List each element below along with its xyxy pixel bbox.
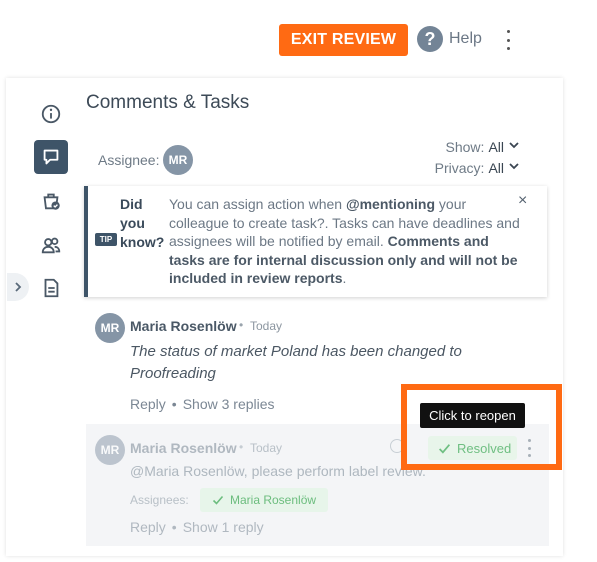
assignee-chip: Maria Rosenlöw [200,488,328,512]
separator-dot: • [239,318,244,332]
show-replies-link[interactable]: Show 1 reply [183,519,264,535]
check-icon [439,443,451,454]
tip-text: You can assign action when @mentioning y… [169,196,520,287]
comment-text: @Maria Rosenlöw, please perform label re… [130,463,426,479]
comment-author: Maria Rosenlöw [130,318,237,334]
close-icon[interactable]: × [518,192,527,210]
comment-actions: Reply • Show 1 reply [130,519,264,535]
tip-badge: TIP [95,233,117,246]
show-filter-value: All [488,139,504,155]
help-icon: ? [417,26,443,52]
reply-link[interactable]: Reply [130,396,166,412]
privacy-filter-value: All [488,160,504,176]
check-icon [212,495,224,505]
chevron-down-icon [509,163,519,170]
separator-dot: • [171,396,177,412]
comment-author: Maria Rosenlöw [130,440,237,456]
chevron-down-icon [509,142,519,149]
panel-title: Comments & Tasks [86,92,250,113]
assignee-filter-avatar[interactable]: MR [163,145,193,175]
avatar: MR [95,313,125,343]
comment-text: The status of market Poland has been cha… [130,343,462,382]
reopen-tooltip: Click to reopen [420,403,525,428]
cart-check-icon[interactable] [36,186,66,216]
separator-dot: • [239,440,244,454]
comment-time: Today [250,319,283,333]
show-filter-label: Show: [445,139,485,155]
assignees-label: Assignees: [130,493,189,507]
exit-review-button[interactable]: EXIT REVIEW [279,24,408,56]
resolved-button[interactable]: Resolved [428,436,517,460]
resolved-label: Resolved [457,440,512,456]
help-label: Help [449,30,482,47]
users-icon[interactable] [36,230,66,260]
show-replies-link[interactable]: Show 3 replies [183,396,275,412]
chevron-right-icon [15,282,22,292]
tip-heading: Did you know? [120,196,165,250]
comment-time: Today [250,441,283,455]
privacy-filter-label: Privacy: [434,160,485,176]
reply-link[interactable]: Reply [130,519,166,535]
comment-actions: Reply • Show 3 replies [130,396,275,412]
comments-icon[interactable] [34,140,68,174]
more-options-icon[interactable] [504,30,512,50]
show-filter[interactable]: Show: All [446,139,520,155]
separator-dot: • [171,519,177,535]
privacy-filter[interactable]: Privacy: All [435,160,520,176]
info-icon[interactable] [36,99,66,129]
document-icon[interactable] [36,273,66,303]
help-button[interactable]: ? Help [417,26,482,52]
assignee-name: Maria Rosenlöw [230,493,317,507]
avatar: MR [95,435,125,465]
assignee-filter-label: Assignee: [98,152,160,168]
comment-more-options-icon[interactable] [525,439,533,457]
